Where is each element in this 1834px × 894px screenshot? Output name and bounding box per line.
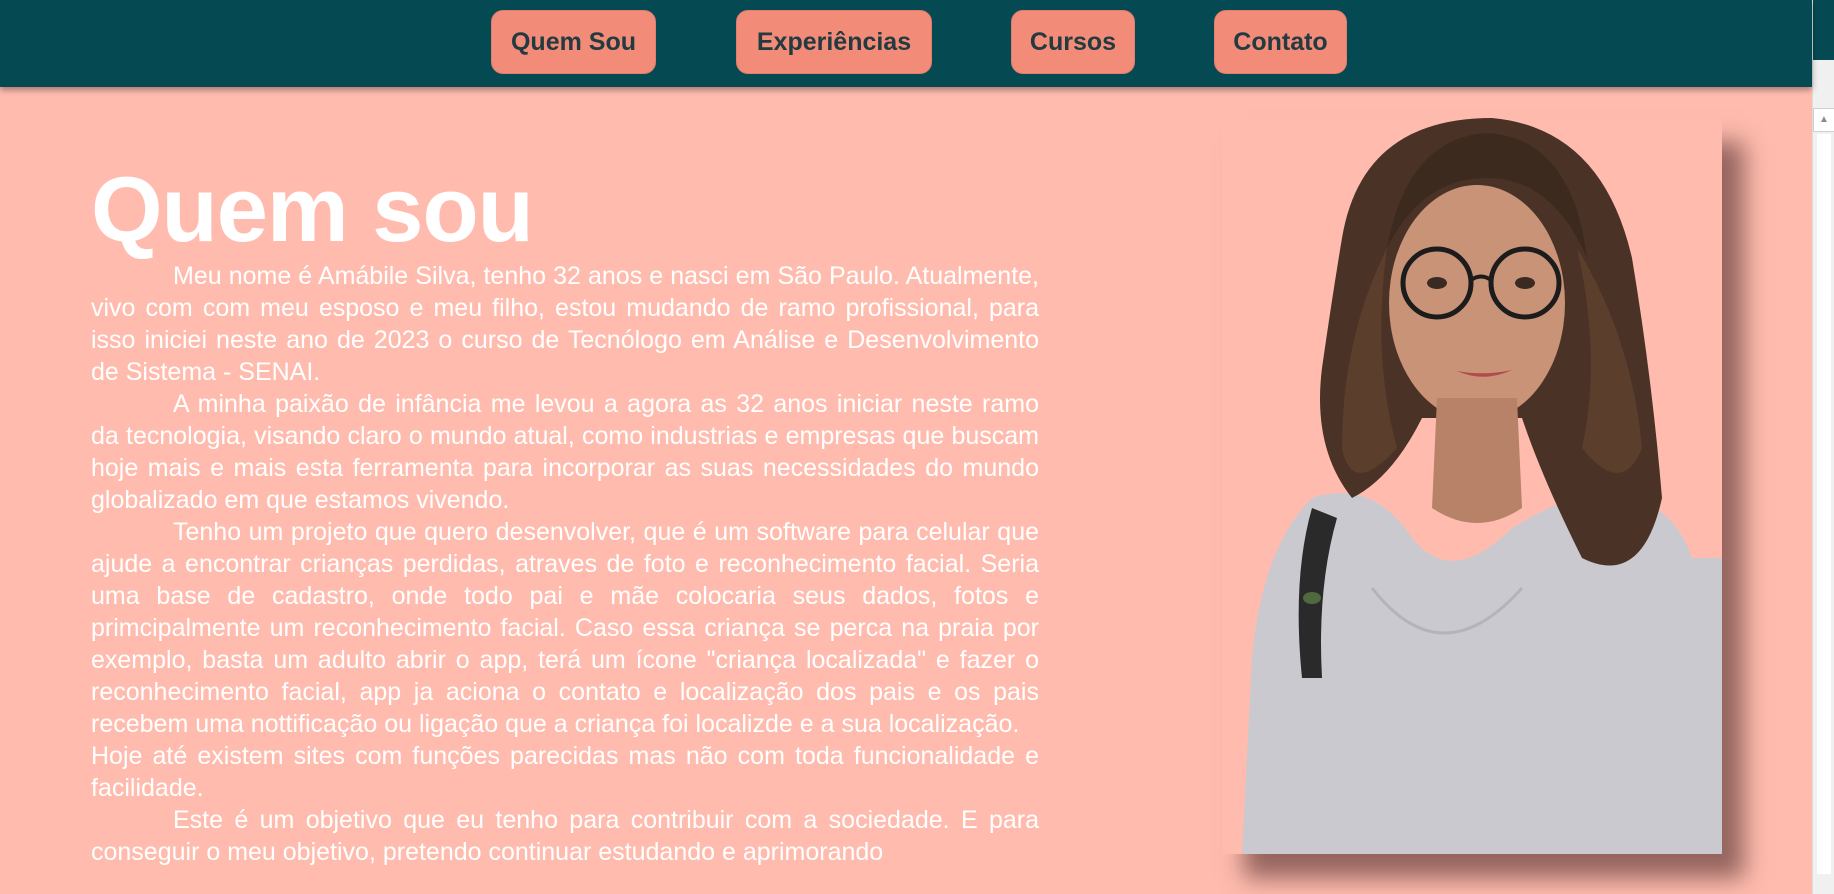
about-paragraph-4: Hoje até existem sites com funções parec… <box>91 742 1039 802</box>
about-paragraph-3: Tenho um projeto que quero desenvolver, … <box>91 518 1039 738</box>
about-paragraph-1: Meu nome é Amábile Silva, tenho 32 anos … <box>91 262 1039 386</box>
vertical-scrollbar[interactable]: ▲ <box>1812 0 1834 894</box>
nav-quem-sou-button[interactable]: Quem Sou <box>491 10 656 74</box>
about-section: Quem sou Meu nome é Amábile Silva, tenho… <box>91 160 1039 868</box>
about-paragraph-5: Este é um objetivo que eu tenho para con… <box>91 806 1039 866</box>
about-paragraph-2: A minha paixão de infância me levou a ag… <box>91 390 1039 514</box>
nav-cursos-button[interactable]: Cursos <box>1011 10 1135 74</box>
scroll-up-arrow-icon[interactable]: ▲ <box>1813 108 1834 132</box>
scrollbar-thumb[interactable] <box>1817 134 1831 874</box>
scrollbar-corner <box>1813 0 1834 60</box>
nav-experiencias-button[interactable]: Experiências <box>736 10 932 74</box>
portrait-photo-icon <box>1242 118 1722 854</box>
profile-photo <box>1222 118 1722 854</box>
top-navbar: Quem Sou Experiências Cursos Contato <box>0 0 1812 87</box>
page-title: Quem sou <box>91 159 534 261</box>
nav-contato-button[interactable]: Contato <box>1214 10 1347 74</box>
